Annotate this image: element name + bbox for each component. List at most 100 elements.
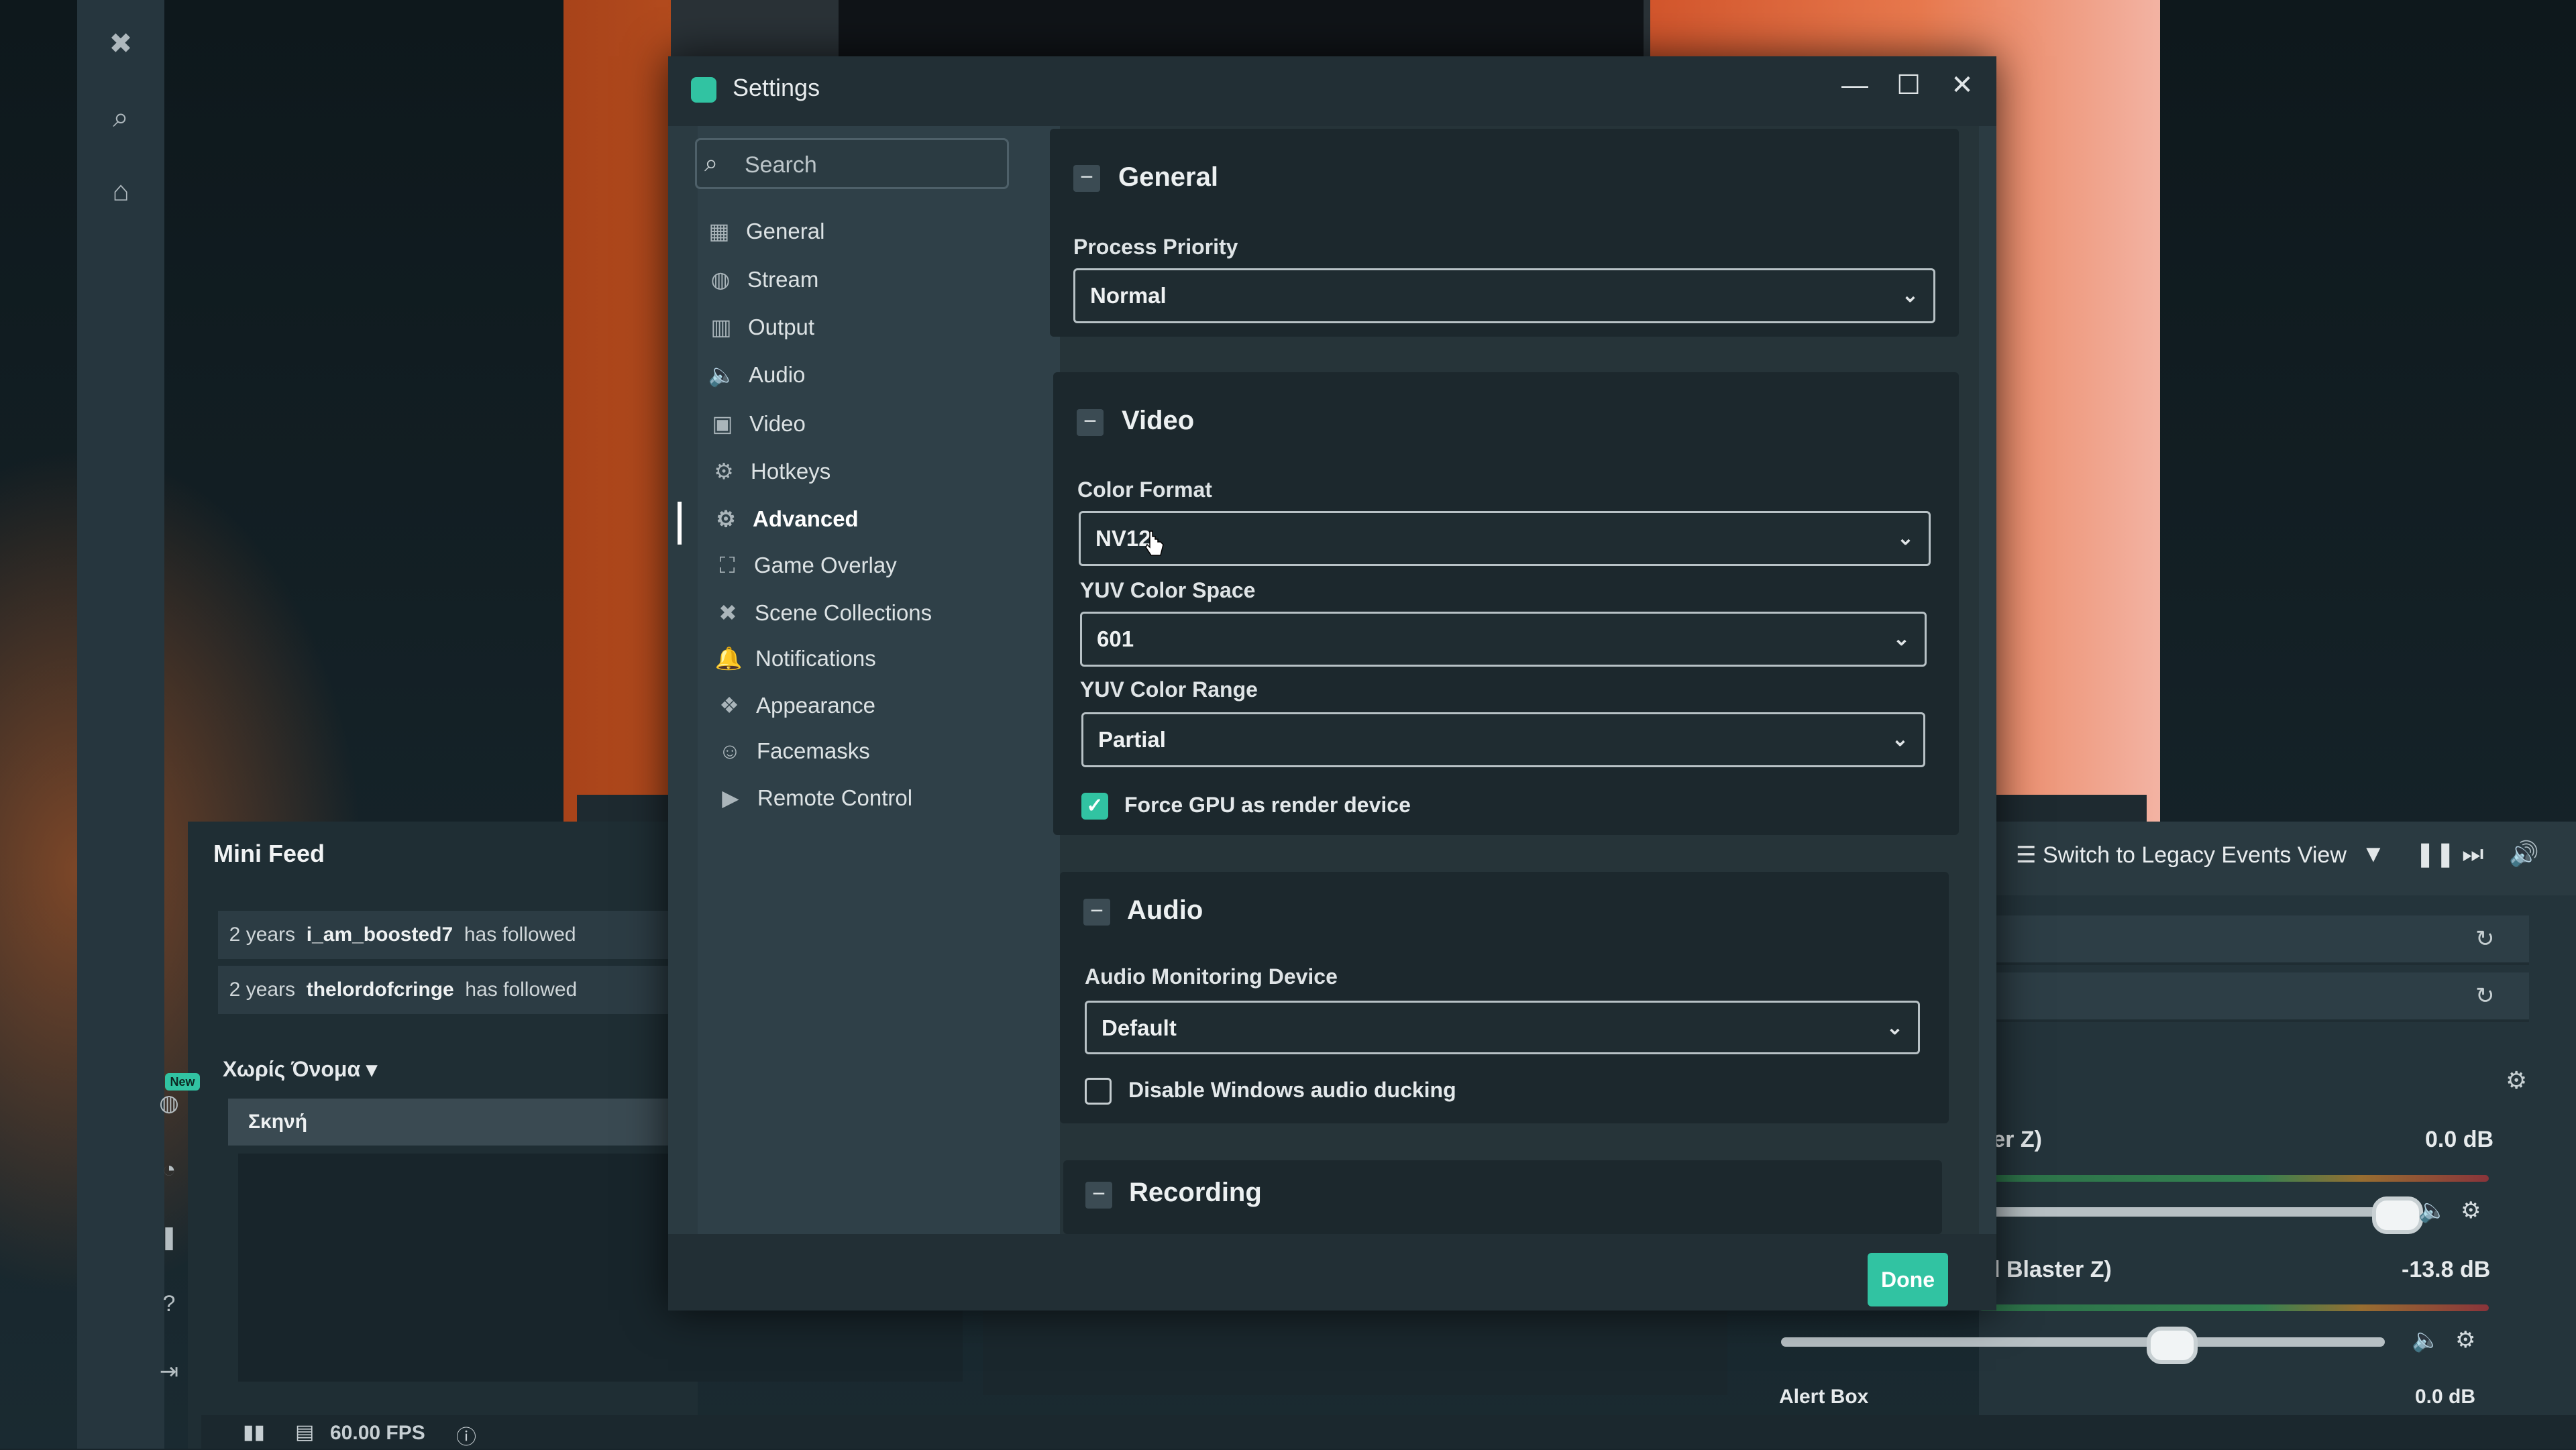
sidebar-item-label: Video [749, 411, 806, 436]
help-icon[interactable]: ? [156, 1291, 182, 1318]
color-format-value: NV12 [1095, 526, 1151, 551]
mixer-source-level: 0.0 dB [2425, 1127, 2494, 1152]
mixer-source-name: Alert Box [1779, 1386, 1869, 1408]
maximize-button[interactable]: ☐ [1885, 62, 1932, 109]
mute-icon[interactable]: 🔈 [2418, 1197, 2447, 1224]
stats-icon[interactable]: ▮▮ [243, 1420, 265, 1444]
search-icon[interactable]: ⌕ [104, 101, 138, 134]
dashboard-icon[interactable]: ◔ [156, 1157, 182, 1184]
editor-icon[interactable]: ✖ [104, 27, 138, 60]
minimize-button[interactable]: — [1831, 62, 1878, 109]
active-indicator [678, 502, 682, 545]
scene-collection-dropdown[interactable]: Χωρίς Όνομα ▾ [223, 1056, 377, 1082]
sidebar-item-video[interactable]: ▣ Video [708, 410, 806, 437]
monitoring-value: Default [1102, 1015, 1177, 1040]
mute-icon[interactable]: 🔈 [2412, 1327, 2440, 1353]
yuv-range-select[interactable]: Partial ⌄ [1081, 712, 1925, 767]
volume-icon[interactable]: 🔊 [2509, 840, 2539, 868]
sidebar-item-label: Output [748, 315, 815, 339]
scene-item[interactable]: Σκηνή [228, 1099, 698, 1146]
output-icon: ▥ [710, 315, 732, 339]
force-gpu-label: Force GPU as render device [1124, 793, 1411, 817]
process-priority-select[interactable]: Normal ⌄ [1073, 268, 1935, 323]
mini-feed-title: Mini Feed [213, 840, 325, 867]
volume-slider-track[interactable] [1781, 1337, 2385, 1347]
grid-icon: ▦ [708, 219, 730, 243]
bell-icon: 🔔 [714, 646, 743, 671]
chevron-down-icon: ⌄ [1892, 628, 1910, 650]
sidebar-item-remote-control[interactable]: ▶ Remote Control [716, 785, 912, 811]
app-rail: ✖ ⌕ ⌂ [77, 0, 164, 1449]
mask-icon: ☺ [718, 738, 741, 763]
sidebar-item-audio[interactable]: 🔈 Audio [707, 362, 805, 388]
mixer-source-level: 0.0 dB [2415, 1386, 2476, 1408]
library-icon[interactable]: ❚ [156, 1224, 182, 1251]
event-row [1979, 915, 2529, 965]
legacy-events-button[interactable]: ☰ Switch to Legacy Events View [2016, 842, 2347, 869]
done-button[interactable]: Done [1868, 1253, 1948, 1306]
collapse-recording-button[interactable]: − [1085, 1182, 1112, 1209]
sidebar-item-label: Audio [749, 362, 806, 387]
sidebar-item-scene-collections[interactable]: ✖ Scene Collections [713, 600, 932, 626]
overlay-icon: ⛶ [719, 553, 735, 577]
sidebar-item-general[interactable]: ▦ General [704, 218, 824, 244]
sidebar-item-notifications[interactable]: 🔔 Notifications [714, 646, 875, 672]
volume-slider-knob[interactable] [2147, 1327, 2198, 1364]
recording-title: Recording [1129, 1178, 1262, 1207]
sidebar-item-game-overlay[interactable]: ⛶ Game Overlay [712, 553, 897, 579]
sidebar-item-label: Stream [747, 267, 819, 292]
mixer-settings-icon[interactable]: ⚙ [2506, 1066, 2527, 1095]
process-priority-label: Process Priority [1073, 235, 1238, 259]
search-icon: ⌕ [704, 149, 718, 176]
settings-titlebar [668, 56, 1996, 126]
logout-icon[interactable]: ⇥ [156, 1358, 182, 1385]
source-settings-icon[interactable]: ⚙ [2455, 1327, 2475, 1353]
replay-icon[interactable]: ↻ [2475, 926, 2495, 952]
collapse-video-button[interactable]: − [1077, 409, 1104, 436]
collapse-general-button[interactable]: − [1073, 165, 1100, 192]
collapse-audio-button[interactable]: − [1083, 899, 1110, 926]
color-format-select[interactable]: NV12 ⌄ [1079, 511, 1931, 566]
film-icon: ▣ [712, 411, 733, 436]
mouse-cursor-icon [1145, 531, 1164, 556]
status-bar: ▮▮ ▤ 60.00 FPS ⓘ [201, 1415, 2576, 1449]
search-input[interactable] [695, 138, 1009, 189]
gear-icon: ⚙ [714, 459, 734, 484]
replay-icon[interactable]: ↻ [2475, 983, 2495, 1009]
close-button[interactable]: ✕ [1939, 62, 1986, 109]
globe-icon[interactable]: ◍ [156, 1090, 182, 1117]
chevron-down-icon: ⌄ [1891, 728, 1909, 750]
pause-icon[interactable]: ❚❚ [2415, 840, 2455, 868]
filter-icon[interactable]: ▼ [2361, 840, 2385, 868]
store-icon[interactable]: ⌂ [104, 174, 138, 208]
source-settings-icon[interactable]: ⚙ [2461, 1197, 2481, 1224]
video-title: Video [1122, 406, 1195, 435]
mixer-panel-bg [983, 1308, 1727, 1395]
yuv-space-select[interactable]: 601 ⌄ [1080, 612, 1927, 667]
yuv-space-value: 601 [1097, 626, 1134, 651]
feed-row: 2 years thelordofcringe has followed [218, 966, 701, 1014]
sidebar-item-label: Game Overlay [754, 553, 897, 577]
scene-collection-name: Χωρίς Όνομα [223, 1057, 361, 1081]
sidebar-item-facemasks[interactable]: ☺ Facemasks [715, 738, 870, 764]
sidebar-item-stream[interactable]: ◍ Stream [706, 266, 819, 292]
skip-icon[interactable]: ⏭ [2462, 840, 2483, 869]
feed-age: 2 years [229, 979, 296, 1001]
feed-row: 2 years i_am_boosted7 has followed [218, 911, 701, 959]
event-row [1979, 972, 2529, 1022]
audio-meter [1979, 1175, 2489, 1182]
sidebar-item-hotkeys[interactable]: ⚙ Hotkeys [709, 458, 830, 484]
force-gpu-checkbox[interactable]: ✓ [1081, 793, 1108, 820]
sidebar-item-appearance[interactable]: ❖ Appearance [714, 692, 875, 718]
volume-slider-knob[interactable] [2372, 1196, 2423, 1234]
ducking-checkbox[interactable] [1085, 1078, 1112, 1105]
settings-footer [668, 1234, 1996, 1310]
info-icon[interactable]: ⓘ [456, 1420, 476, 1450]
monitoring-select[interactable]: Default ⌄ [1085, 1001, 1920, 1054]
feed-age: 2 years [229, 924, 296, 946]
volume-slider-track[interactable] [1979, 1207, 2395, 1217]
sidebar-item-output[interactable]: ▥ Output [706, 314, 814, 340]
color-format-label: Color Format [1077, 478, 1212, 502]
chevron-down-icon: ⌄ [1901, 284, 1919, 306]
sidebar-item-advanced[interactable]: ⚙ Advanced [711, 506, 859, 532]
